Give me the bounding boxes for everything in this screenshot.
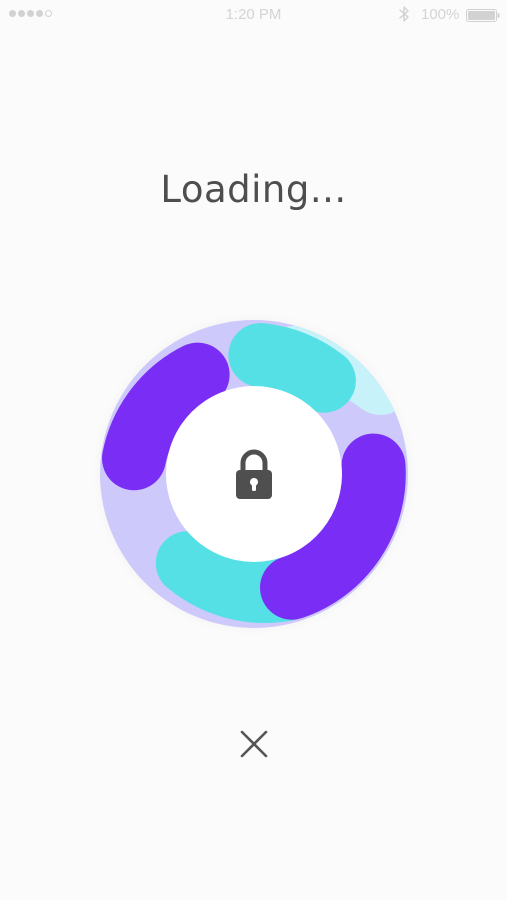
spinner-cyan-arc-top [228,323,356,413]
battery-percent: 100% [421,6,460,23]
loading-title: Loading... [160,168,347,211]
close-button[interactable] [234,724,274,764]
status-bar: 1:20 PM 100% [0,0,507,30]
loading-spinner [92,312,416,636]
bluetooth-icon [399,6,409,22]
battery-full-icon [466,9,500,22]
close-icon [240,730,268,758]
